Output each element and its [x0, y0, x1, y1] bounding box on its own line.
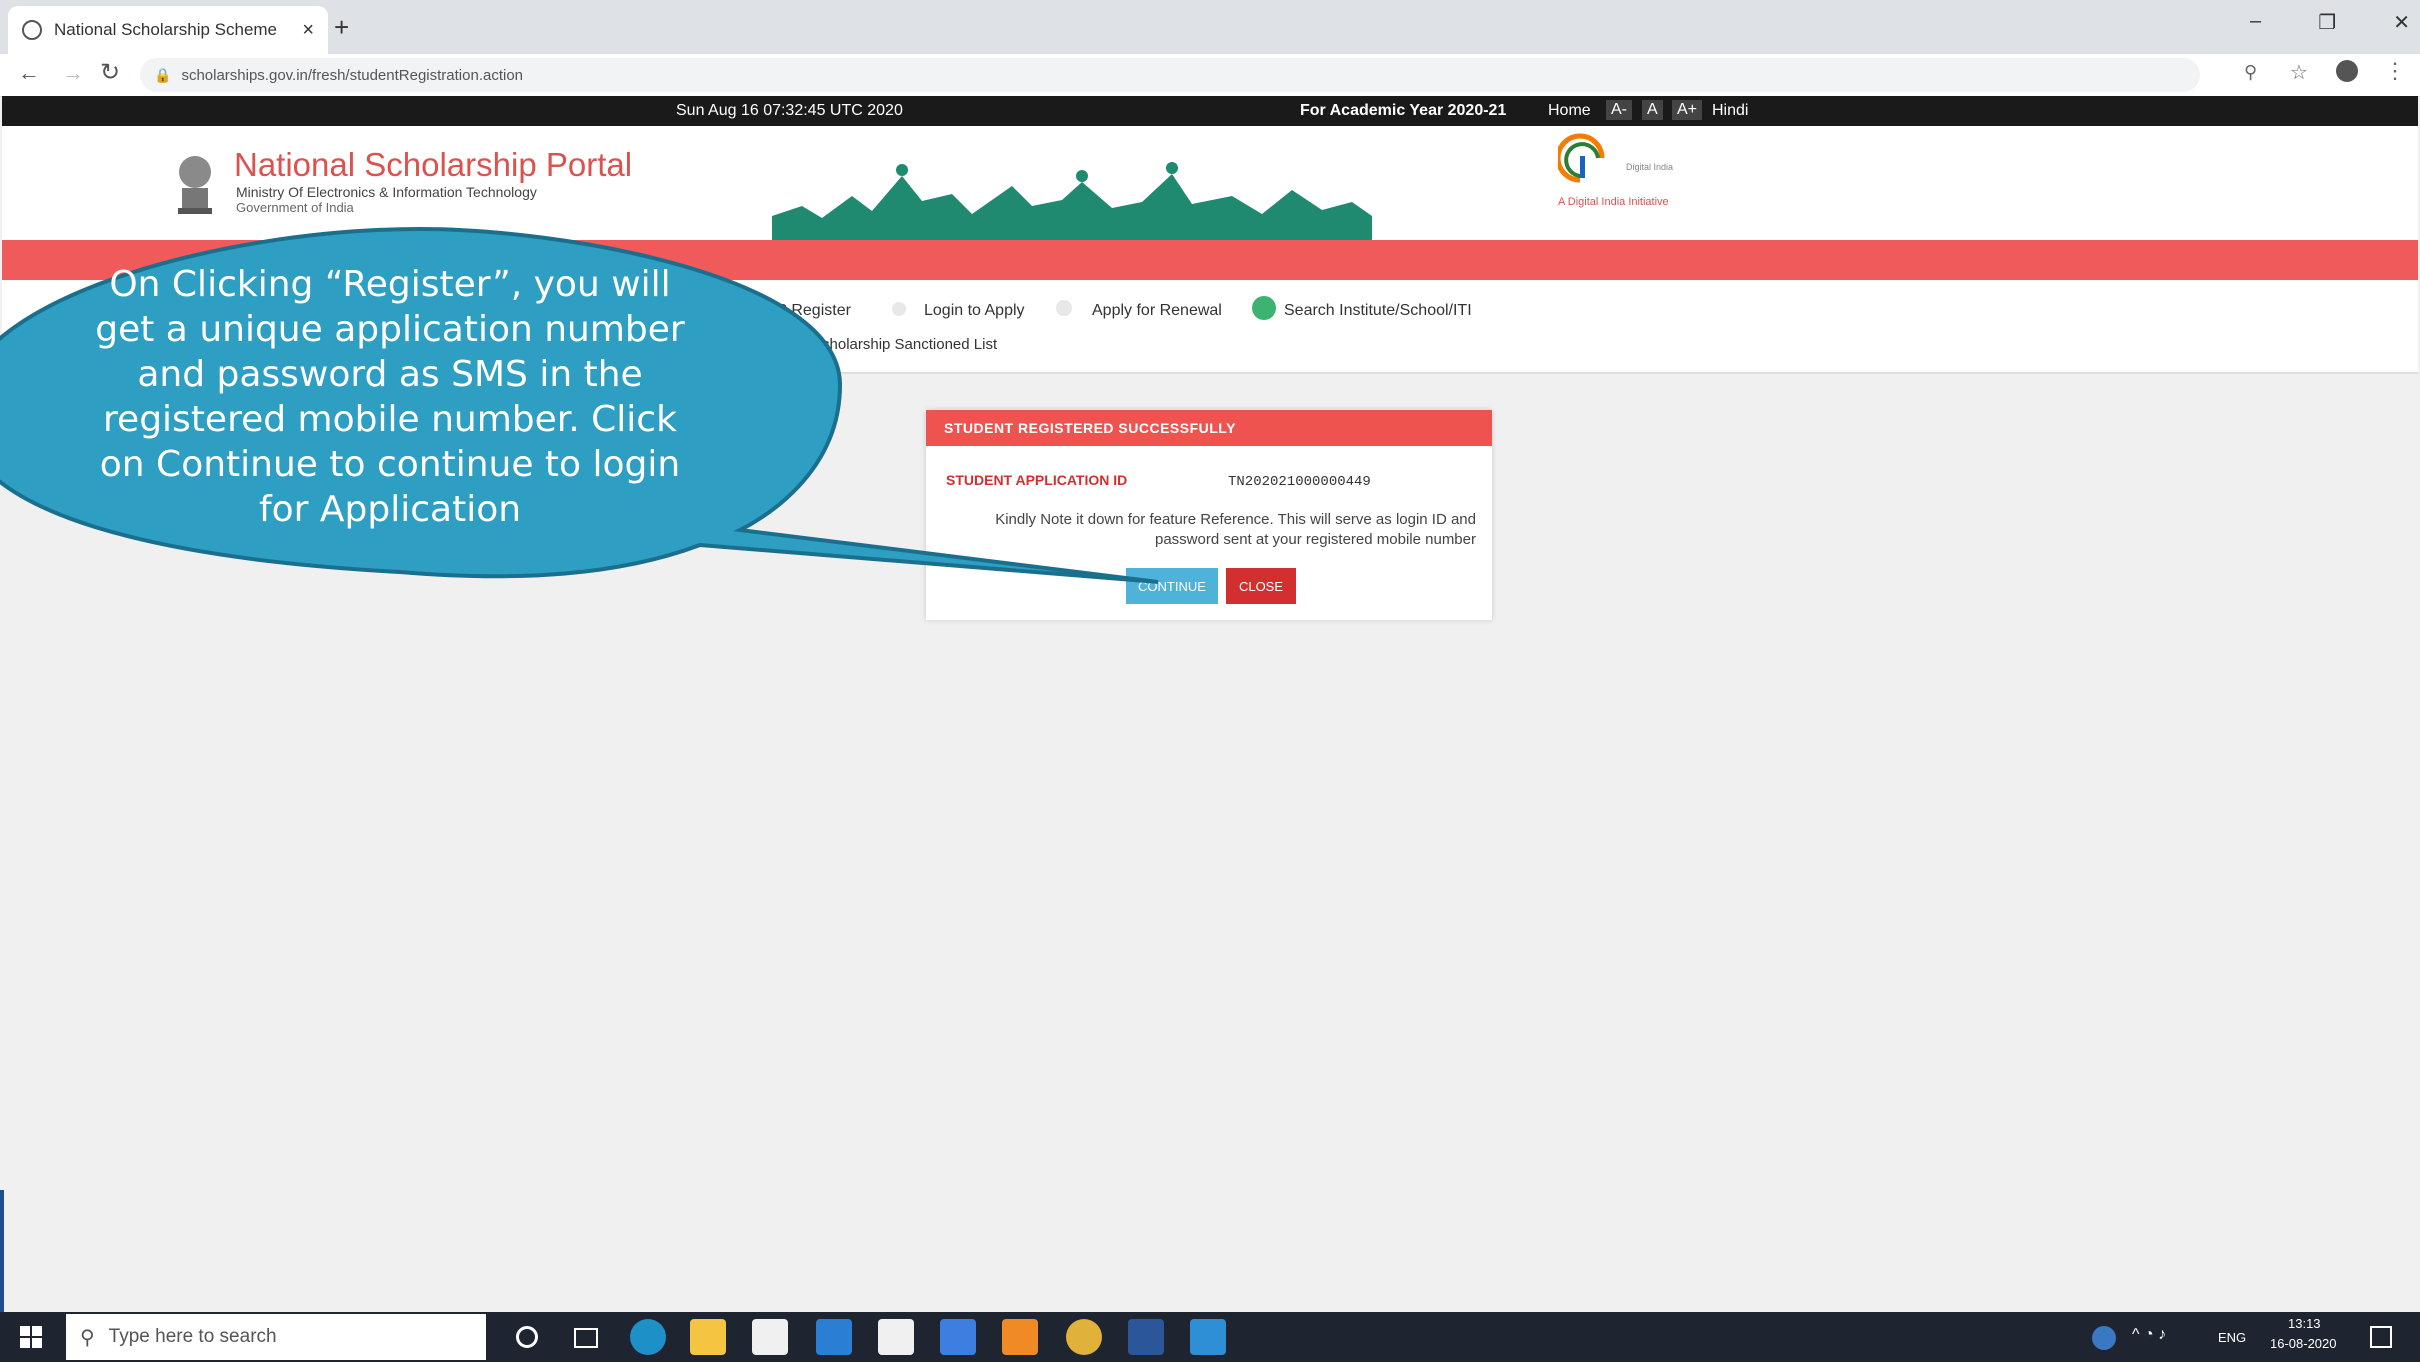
language-hindi-link[interactable]: Hindi: [1712, 102, 1748, 120]
digital-india-tagline: A Digital India Initiative: [1558, 196, 1669, 208]
callout-text: On Clicking “Register”, you will get a u…: [95, 264, 685, 530]
language-indicator[interactable]: ENG: [2218, 1330, 2246, 1345]
close-window-icon[interactable]: ✕: [2393, 10, 2410, 35]
left-accent-line: [0, 1190, 4, 1314]
windows-start-icon[interactable]: [20, 1326, 42, 1348]
browser-tab-bar: [0, 0, 2420, 54]
word-icon[interactable]: [1128, 1319, 1164, 1355]
font-large-button[interactable]: A+: [1672, 100, 1703, 120]
digital-india-label: Digital India: [1626, 162, 1674, 172]
academic-year: For Academic Year 2020-21: [1300, 102, 1507, 119]
mail-icon[interactable]: [816, 1319, 852, 1355]
close-button[interactable]: CLOSE: [1226, 568, 1296, 604]
government-name: Government of India: [236, 200, 354, 215]
task-view-icon[interactable]: [574, 1328, 598, 1348]
browser-tab[interactable]: National Scholarship Scheme ×: [8, 6, 328, 54]
clock-date[interactable]: 16-08-2020: [2270, 1336, 2337, 1351]
server-datetime: Sun Aug 16 07:32:45 UTC 2020: [676, 102, 903, 119]
window-controls: – ❐ ✕: [2250, 10, 2410, 35]
new-tab-button[interactable]: +: [334, 12, 349, 43]
ministry-name: Ministry Of Electronics & Information Te…: [236, 184, 537, 200]
notifications-icon[interactable]: [2370, 1326, 2392, 1348]
search-institute-icon: [1252, 296, 1276, 320]
chrome-icon[interactable]: [1066, 1319, 1102, 1355]
font-normal-button[interactable]: A: [1642, 100, 1663, 120]
profile-icon[interactable]: [2336, 60, 2358, 82]
menu-icon[interactable]: ⋮: [2384, 58, 2406, 84]
star-icon[interactable]: ☆: [2290, 60, 2308, 85]
home-link[interactable]: Home: [1548, 102, 1591, 120]
minimize-icon[interactable]: –: [2250, 10, 2261, 35]
edge-icon[interactable]: [630, 1319, 666, 1355]
amazon-icon[interactable]: [878, 1319, 914, 1355]
application-id-value: TN202021000000449: [1228, 474, 1371, 490]
portal-title: National Scholarship Portal: [234, 146, 633, 183]
bolt-app-icon[interactable]: [1002, 1319, 1038, 1355]
tab-title: National Scholarship Scheme: [54, 20, 278, 39]
url-text: scholarships.gov.in/fresh/studentRegistr…: [181, 66, 524, 84]
font-small-button[interactable]: A-: [1606, 100, 1632, 120]
system-tray-icons[interactable]: ^ ◔ ♪: [2132, 1326, 2166, 1344]
forward-icon[interactable]: →: [62, 60, 84, 86]
zoom-icon[interactable]: ⚲: [2244, 62, 2257, 83]
tab-close-icon[interactable]: ×: [302, 19, 314, 42]
restore-icon[interactable]: ❐: [2318, 10, 2336, 35]
clock-time[interactable]: 13:13: [2288, 1316, 2321, 1331]
cortana-icon[interactable]: [516, 1326, 538, 1348]
reload-icon[interactable]: ↻: [100, 58, 120, 87]
help-icon[interactable]: [2092, 1326, 2116, 1350]
back-icon[interactable]: ←: [18, 60, 40, 86]
nav-search-institute[interactable]: Search Institute/School/ITI: [1284, 302, 1472, 320]
url-field[interactable]: 🔒 scholarships.gov.in/fresh/studentRegis…: [140, 58, 2200, 92]
globe-icon: [22, 20, 42, 40]
dropbox-icon[interactable]: [940, 1319, 976, 1355]
photos-icon[interactable]: [1190, 1319, 1226, 1355]
store-icon[interactable]: [752, 1319, 788, 1355]
taskbar-search-placeholder: Type here to search: [108, 1326, 277, 1347]
site-top-strip: Sun Aug 16 07:32:45 UTC 2020 For Academi…: [2, 96, 2418, 126]
lock-icon: 🔒: [154, 66, 172, 83]
file-explorer-icon[interactable]: [690, 1319, 726, 1355]
emblem-icon: [172, 148, 218, 218]
taskbar-search-field[interactable]: ⚲ Type here to search: [66, 1314, 486, 1360]
search-icon: ⚲: [80, 1326, 95, 1349]
